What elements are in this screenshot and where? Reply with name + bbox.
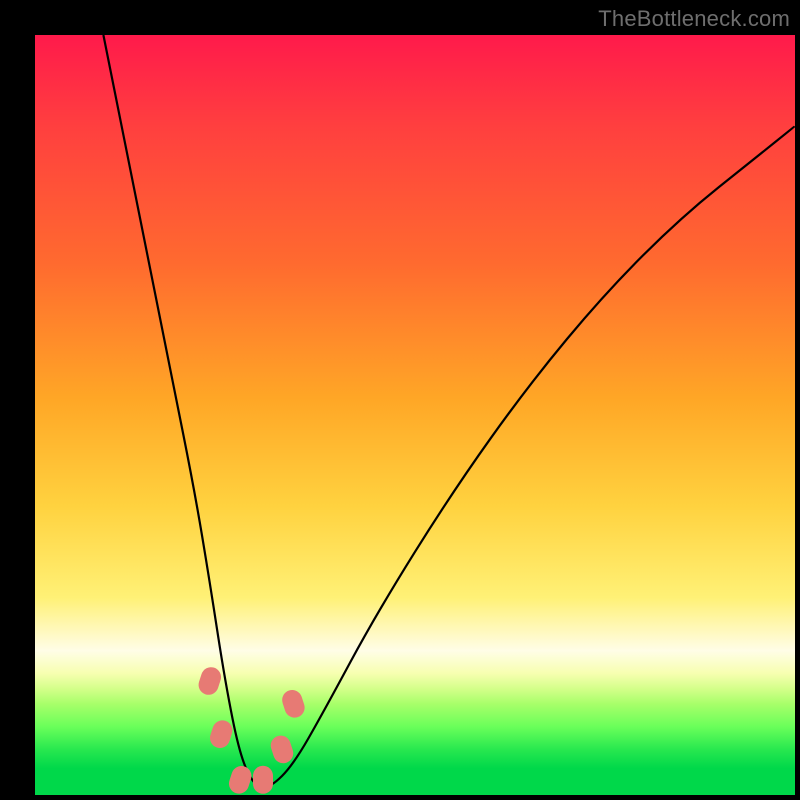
- chart-plot-area: [35, 35, 795, 795]
- curve-marker: [253, 766, 273, 794]
- watermark-text: TheBottleneck.com: [598, 6, 790, 32]
- bottleneck-curve: [35, 35, 795, 795]
- curve-marker: [207, 718, 235, 751]
- curve-marker: [226, 763, 254, 795]
- chart-frame: TheBottleneck.com: [0, 0, 800, 800]
- curve-marker: [280, 687, 308, 720]
- curve-marker: [196, 665, 224, 698]
- curve-marker: [268, 733, 296, 766]
